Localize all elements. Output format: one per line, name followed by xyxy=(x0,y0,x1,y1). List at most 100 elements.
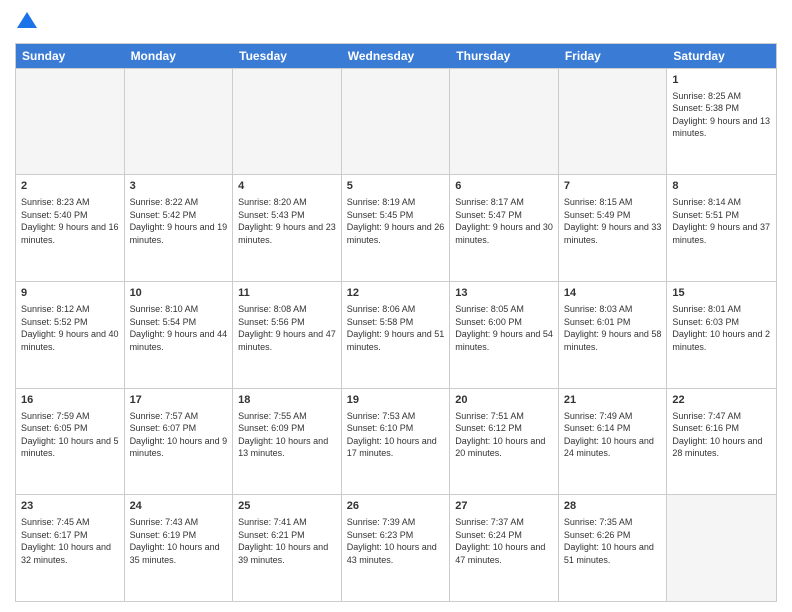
table-row: 22 Sunrise: 7:47 AM Sunset: 6:16 PM Dayli… xyxy=(667,389,776,495)
day-number: 21 xyxy=(564,393,662,408)
calendar-header: SundayMondayTuesdayWednesdayThursdayFrid… xyxy=(16,44,776,68)
cell-info: Sunrise: 8:19 AM Sunset: 5:45 PM Dayligh… xyxy=(347,196,445,246)
cell-info: Sunrise: 8:25 AM Sunset: 5:38 PM Dayligh… xyxy=(672,90,771,140)
logo-text xyxy=(15,10,37,35)
table-row xyxy=(125,69,234,175)
day-number: 24 xyxy=(130,499,228,514)
table-row xyxy=(450,69,559,175)
table-row: 2 Sunrise: 8:23 AM Sunset: 5:40 PM Daylig… xyxy=(16,175,125,281)
table-row: 25 Sunrise: 7:41 AM Sunset: 6:21 PM Dayli… xyxy=(233,495,342,601)
cell-info: Sunrise: 7:45 AM Sunset: 6:17 PM Dayligh… xyxy=(21,516,119,566)
day-number: 11 xyxy=(238,286,336,301)
table-row: 8 Sunrise: 8:14 AM Sunset: 5:51 PM Daylig… xyxy=(667,175,776,281)
header-day-monday: Monday xyxy=(125,44,234,68)
table-row: 12Sunrise: 8:06 AM Sunset: 5:58 PM Dayli… xyxy=(342,282,451,388)
header-day-tuesday: Tuesday xyxy=(233,44,342,68)
cell-info: Sunrise: 7:49 AM Sunset: 6:14 PM Dayligh… xyxy=(564,410,662,460)
calendar-row-1: 2 Sunrise: 8:23 AM Sunset: 5:40 PM Daylig… xyxy=(16,174,776,281)
table-row: 15 Sunrise: 8:01 AM Sunset: 6:03 PM Dayli… xyxy=(667,282,776,388)
day-number: 4 xyxy=(238,179,336,194)
day-number: 18 xyxy=(238,393,336,408)
header-day-thursday: Thursday xyxy=(450,44,559,68)
cell-info: Sunrise: 8:05 AM Sunset: 6:00 PM Dayligh… xyxy=(455,303,553,353)
day-number: 8 xyxy=(672,179,771,194)
day-number: 20 xyxy=(455,393,553,408)
table-row: 6Sunrise: 8:17 AM Sunset: 5:47 PM Daylig… xyxy=(450,175,559,281)
cell-info: Sunrise: 8:03 AM Sunset: 6:01 PM Dayligh… xyxy=(564,303,662,353)
table-row: 27Sunrise: 7:37 AM Sunset: 6:24 PM Dayli… xyxy=(450,495,559,601)
cell-info: Sunrise: 7:35 AM Sunset: 6:26 PM Dayligh… xyxy=(564,516,662,566)
cell-info: Sunrise: 7:41 AM Sunset: 6:21 PM Dayligh… xyxy=(238,516,336,566)
day-number: 1 xyxy=(672,73,771,88)
page: SundayMondayTuesdayWednesdayThursdayFrid… xyxy=(0,0,792,612)
table-row: 24Sunrise: 7:43 AM Sunset: 6:19 PM Dayli… xyxy=(125,495,234,601)
day-number: 10 xyxy=(130,286,228,301)
table-row: 10 Sunrise: 8:10 AM Sunset: 5:54 PM Dayli… xyxy=(125,282,234,388)
table-row: 17 Sunrise: 7:57 AM Sunset: 6:07 PM Dayli… xyxy=(125,389,234,495)
cell-info: Sunrise: 7:51 AM Sunset: 6:12 PM Dayligh… xyxy=(455,410,553,460)
calendar-body: 1 Sunrise: 8:25 AM Sunset: 5:38 PM Daylig… xyxy=(16,68,776,601)
day-number: 17 xyxy=(130,393,228,408)
cell-info: Sunrise: 7:57 AM Sunset: 6:07 PM Dayligh… xyxy=(130,410,228,460)
cell-info: Sunrise: 8:12 AM Sunset: 5:52 PM Dayligh… xyxy=(21,303,119,353)
header-day-friday: Friday xyxy=(559,44,668,68)
cell-info: Sunrise: 8:20 AM Sunset: 5:43 PM Dayligh… xyxy=(238,196,336,246)
table-row: 16 Sunrise: 7:59 AM Sunset: 6:05 PM Dayli… xyxy=(16,389,125,495)
day-number: 5 xyxy=(347,179,445,194)
table-row: 28 Sunrise: 7:35 AM Sunset: 6:26 PM Dayli… xyxy=(559,495,668,601)
day-number: 27 xyxy=(455,499,553,514)
day-number: 9 xyxy=(21,286,119,301)
day-number: 28 xyxy=(564,499,662,514)
cell-info: Sunrise: 7:53 AM Sunset: 6:10 PM Dayligh… xyxy=(347,410,445,460)
day-number: 15 xyxy=(672,286,771,301)
cell-info: Sunrise: 7:55 AM Sunset: 6:09 PM Dayligh… xyxy=(238,410,336,460)
table-row: 21 Sunrise: 7:49 AM Sunset: 6:14 PM Dayli… xyxy=(559,389,668,495)
cell-info: Sunrise: 8:22 AM Sunset: 5:42 PM Dayligh… xyxy=(130,196,228,246)
table-row: 1 Sunrise: 8:25 AM Sunset: 5:38 PM Daylig… xyxy=(667,69,776,175)
day-number: 16 xyxy=(21,393,119,408)
table-row: 19 Sunrise: 7:53 AM Sunset: 6:10 PM Dayli… xyxy=(342,389,451,495)
day-number: 2 xyxy=(21,179,119,194)
cell-info: Sunrise: 8:10 AM Sunset: 5:54 PM Dayligh… xyxy=(130,303,228,353)
day-number: 13 xyxy=(455,286,553,301)
day-number: 22 xyxy=(672,393,771,408)
day-number: 7 xyxy=(564,179,662,194)
header xyxy=(15,10,777,35)
day-number: 25 xyxy=(238,499,336,514)
table-row: 3 Sunrise: 8:22 AM Sunset: 5:42 PM Daylig… xyxy=(125,175,234,281)
cell-info: Sunrise: 8:23 AM Sunset: 5:40 PM Dayligh… xyxy=(21,196,119,246)
cell-info: Sunrise: 8:15 AM Sunset: 5:49 PM Dayligh… xyxy=(564,196,662,246)
cell-info: Sunrise: 7:59 AM Sunset: 6:05 PM Dayligh… xyxy=(21,410,119,460)
calendar: SundayMondayTuesdayWednesdayThursdayFrid… xyxy=(15,43,777,602)
table-row: 14 Sunrise: 8:03 AM Sunset: 6:01 PM Dayli… xyxy=(559,282,668,388)
table-row xyxy=(233,69,342,175)
cell-info: Sunrise: 8:08 AM Sunset: 5:56 PM Dayligh… xyxy=(238,303,336,353)
table-row: 13 Sunrise: 8:05 AM Sunset: 6:00 PM Dayli… xyxy=(450,282,559,388)
day-number: 14 xyxy=(564,286,662,301)
table-row: 20 Sunrise: 7:51 AM Sunset: 6:12 PM Dayli… xyxy=(450,389,559,495)
day-number: 3 xyxy=(130,179,228,194)
day-number: 26 xyxy=(347,499,445,514)
cell-info: Sunrise: 8:14 AM Sunset: 5:51 PM Dayligh… xyxy=(672,196,771,246)
table-row: 26 Sunrise: 7:39 AM Sunset: 6:23 PM Dayli… xyxy=(342,495,451,601)
cell-info: Sunrise: 8:06 AM Sunset: 5:58 PM Dayligh… xyxy=(347,303,445,353)
day-number: 23 xyxy=(21,499,119,514)
day-number: 19 xyxy=(347,393,445,408)
table-row xyxy=(559,69,668,175)
table-row: 4 Sunrise: 8:20 AM Sunset: 5:43 PM Daylig… xyxy=(233,175,342,281)
cell-info: Sunrise: 8:17 AM Sunset: 5:47 PM Dayligh… xyxy=(455,196,553,246)
logo-triangle-icon xyxy=(17,10,37,30)
calendar-row-2: 9 Sunrise: 8:12 AM Sunset: 5:52 PM Daylig… xyxy=(16,281,776,388)
cell-info: Sunrise: 8:01 AM Sunset: 6:03 PM Dayligh… xyxy=(672,303,771,353)
table-row: 11 Sunrise: 8:08 AM Sunset: 5:56 PM Dayli… xyxy=(233,282,342,388)
cell-info: Sunrise: 7:47 AM Sunset: 6:16 PM Dayligh… xyxy=(672,410,771,460)
calendar-row-3: 16 Sunrise: 7:59 AM Sunset: 6:05 PM Dayli… xyxy=(16,388,776,495)
logo xyxy=(15,10,37,35)
table-row xyxy=(16,69,125,175)
table-row: 23 Sunrise: 7:45 AM Sunset: 6:17 PM Dayli… xyxy=(16,495,125,601)
table-row: 5 Sunrise: 8:19 AM Sunset: 5:45 PM Daylig… xyxy=(342,175,451,281)
calendar-row-0: 1 Sunrise: 8:25 AM Sunset: 5:38 PM Daylig… xyxy=(16,68,776,175)
cell-info: Sunrise: 7:39 AM Sunset: 6:23 PM Dayligh… xyxy=(347,516,445,566)
table-row: 18 Sunrise: 7:55 AM Sunset: 6:09 PM Dayli… xyxy=(233,389,342,495)
calendar-row-4: 23 Sunrise: 7:45 AM Sunset: 6:17 PM Dayli… xyxy=(16,494,776,601)
